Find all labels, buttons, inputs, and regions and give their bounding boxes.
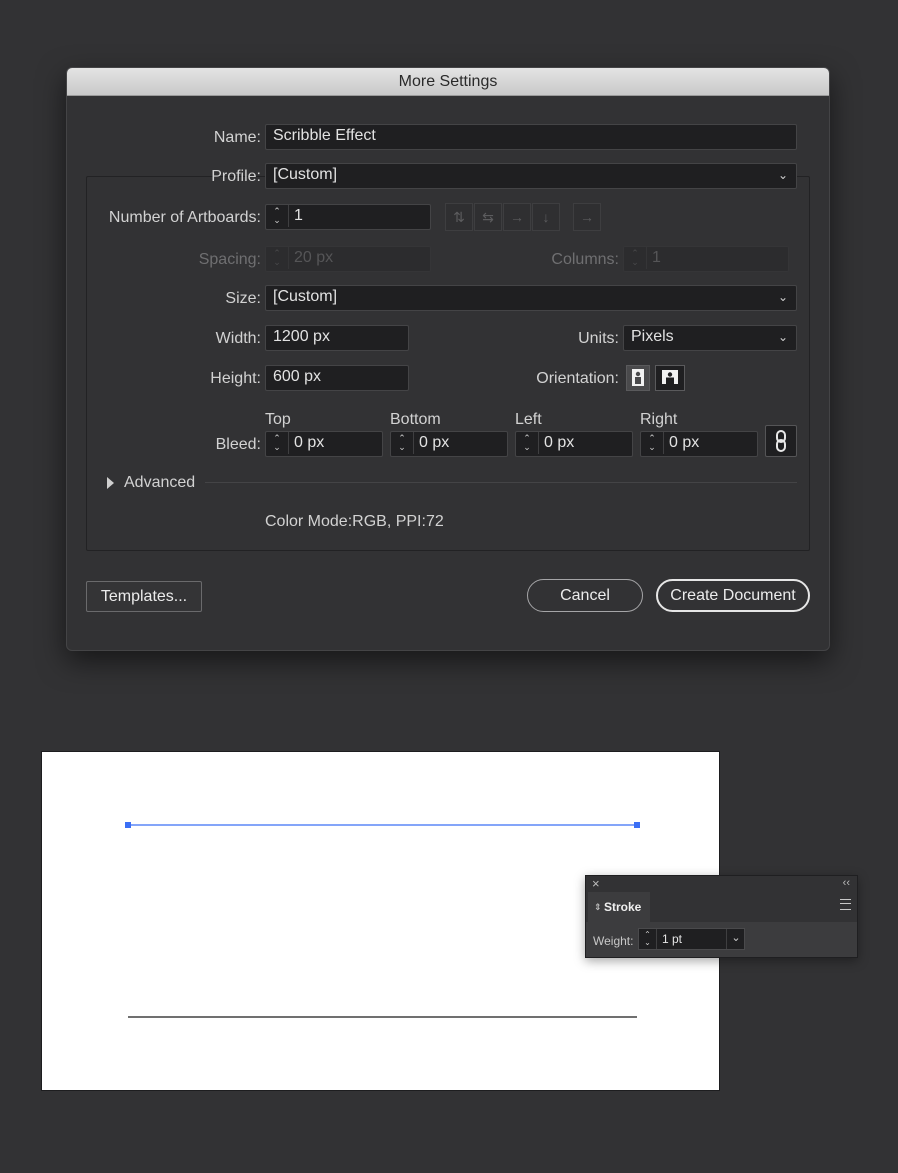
stepper-arrows-icon[interactable]: ⌃ ⌄ [516,432,539,454]
spacing-stepper: ⌃ ⌄ 20 px [265,246,431,272]
profile-value: [Custom] [273,166,338,183]
name-label: Name: [213,129,261,146]
units-label: Units: [578,330,619,347]
height-field[interactable]: 600 px [265,365,409,391]
chevron-down-icon[interactable]: ⌄ [726,929,745,949]
bleed-left-label: Left [515,411,542,428]
stepper-arrows-icon[interactable]: ⌃ ⌄ [641,432,664,454]
stepper-arrows-icon[interactable]: ⌃ ⌄ [391,432,414,454]
chevron-down-icon: ⌄ [777,330,788,344]
width-label: Width: [215,330,261,347]
stepper-arrows-icon[interactable]: ⌃ ⌄ [266,432,289,454]
artboards-label: Number of Artboards: [108,209,261,226]
close-icon[interactable]: × [592,876,600,891]
profile-label: Profile: [211,168,261,185]
profile-select[interactable]: [Custom] ⌄ [265,163,797,189]
anchor-point [125,822,131,828]
stepper-arrows-icon: ⌃ ⌄ [266,247,289,269]
units-select[interactable]: Pixels ⌄ [623,325,797,351]
orientation-label: Orientation: [536,370,619,387]
spacing-value: 20 px [294,249,334,266]
stepper-arrows-icon[interactable]: ⌃ ⌄ [266,205,289,227]
templates-button[interactable]: Templates... [86,581,202,612]
weight-value: 1 pt [662,932,683,946]
portrait-icon[interactable] [626,365,650,391]
artboards-value: 1 [294,207,303,224]
create-document-button[interactable]: Create Document [656,579,810,612]
disclosure-triangle-icon[interactable] [107,477,114,489]
columns-value: 1 [652,249,661,266]
columns-stepper: ⌃ ⌄ 1 [623,246,789,272]
advanced-divider [205,482,797,483]
stepper-arrows-icon: ⌃ ⌄ [624,247,647,269]
stroke-panel-body: Weight: ⌃ ⌄ 1 pt ⌄ [586,922,857,957]
grid-by-column-icon[interactable]: ⇆ [474,203,502,231]
bleed-right-label: Right [640,411,678,428]
anchor-point [634,822,640,828]
grid-by-row-icon[interactable]: ⇅ [445,203,473,231]
chevron-down-icon: ⌄ [777,290,788,304]
bleed-bottom-stepper[interactable]: ⌃ ⌄ 0 px [390,431,508,457]
bleed-right-value: 0 px [669,434,700,451]
landscape-icon[interactable] [655,365,685,391]
height-label: Height: [210,370,261,387]
width-field[interactable]: 1200 px [265,325,409,351]
bleed-bottom-label: Bottom [390,411,441,428]
link-icon[interactable] [765,425,797,457]
more-settings-dialog: More Settings Name: Scribble Effect Prof… [66,67,830,651]
bleed-label: Bleed: [215,436,261,453]
panel-menu-icon[interactable] [840,899,851,910]
collapse-icon[interactable]: ‹‹ [843,877,850,889]
selected-path[interactable] [125,822,640,828]
right-to-left-icon[interactable]: → [573,203,601,231]
spacing-label: Spacing: [198,251,261,268]
stroke-tab-label: Stroke [604,900,642,914]
color-mode-text: Color Mode:RGB, PPI:72 [265,513,444,530]
cancel-button[interactable]: Cancel [527,579,643,612]
advanced-toggle[interactable]: Advanced [124,474,195,492]
weight-label: Weight: [593,934,634,948]
bleed-top-label: Top [265,411,291,428]
size-select[interactable]: [Custom] ⌄ [265,285,797,311]
bleed-top-stepper[interactable]: ⌃ ⌄ 0 px [265,431,383,457]
columns-label: Columns: [551,251,619,268]
bleed-bottom-value: 0 px [419,434,450,451]
stepper-arrows-icon[interactable]: ⌃ ⌄ [639,929,657,949]
stroke-tab[interactable]: ⇕ Stroke [588,892,650,922]
name-field[interactable]: Scribble Effect [265,124,797,150]
arrange-by-row-icon[interactable]: → [503,203,531,231]
units-value: Pixels [631,328,674,345]
size-value: [Custom] [273,288,338,305]
settings-group [86,176,810,551]
bleed-right-stepper[interactable]: ⌃ ⌄ 0 px [640,431,758,457]
bleed-left-value: 0 px [544,434,575,451]
bleed-top-value: 0 px [294,434,325,451]
dialog-title: More Settings [67,68,829,96]
weight-combobox[interactable]: ⌃ ⌄ 1 pt ⌄ [638,928,745,950]
tab-arrows-icon: ⇕ [594,902,602,912]
bleed-left-stepper[interactable]: ⌃ ⌄ 0 px [515,431,633,457]
stroke-panel: × ‹‹ ⇕ Stroke Weight: ⌃ ⌄ 1 pt ⌄ [585,875,858,958]
size-label: Size: [225,290,261,307]
arrange-by-column-icon[interactable]: ↓ [532,203,560,231]
chevron-down-icon: ⌄ [777,168,788,182]
artboards-stepper[interactable]: ⌃ ⌄ 1 [265,204,431,230]
